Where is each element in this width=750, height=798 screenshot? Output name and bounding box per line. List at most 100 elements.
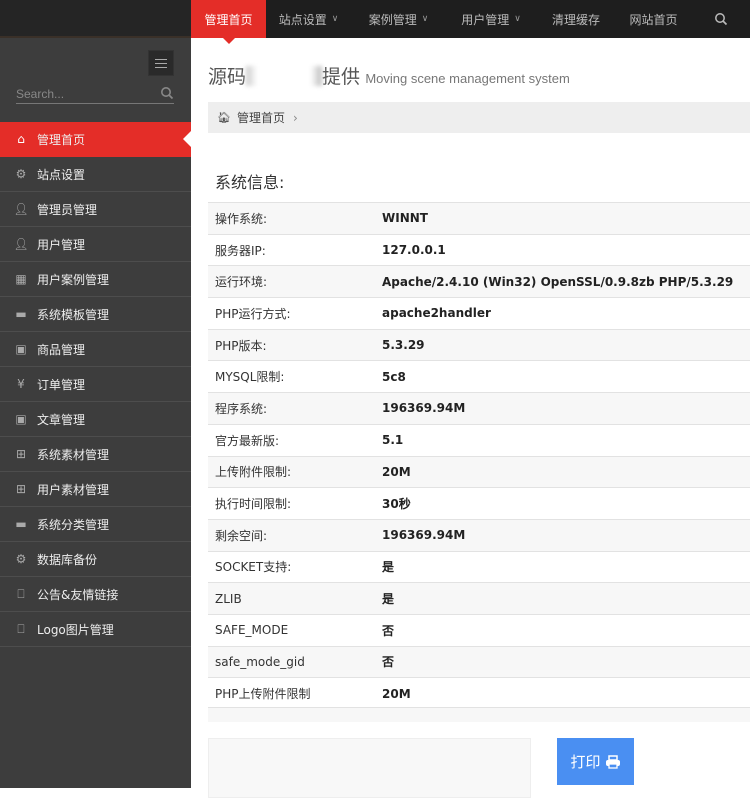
page-subtitle: Moving scene management system (365, 71, 570, 86)
sidebar-item[interactable]: ▦ 用户案例管理 (0, 262, 191, 297)
caret-square-icon: ▣ (15, 412, 27, 426)
chevron-down-icon: ∨ (331, 14, 339, 24)
sidebar-item-label: 站点设置 (37, 167, 86, 182)
table-row: 执行时间限制: 30秒 (208, 487, 750, 520)
info-value: 5.3.29 (382, 338, 425, 353)
nav-item[interactable]: 用户管理 ∨ (446, 0, 536, 38)
print-button[interactable]: 打印 (557, 738, 634, 785)
sidebar-item[interactable]: ⊞ 用户素材管理 (0, 472, 191, 507)
info-value: 否 (382, 623, 395, 638)
sidebar-item-label: 商品管理 (37, 342, 86, 357)
page-title: 源码 提供 Moving scene management system (208, 62, 570, 89)
user-icon: 👤︎ (13, 237, 29, 251)
sidebar-item[interactable]: 👤︎ 用户管理 (0, 227, 191, 262)
sidebar-logo-area (0, 0, 191, 38)
table-row: MYSQL限制: 5c8 (208, 360, 750, 393)
briefcase-icon: ▬ (15, 307, 27, 321)
info-value: 5c8 (382, 369, 406, 384)
info-value: 127.0.0.1 (382, 243, 446, 258)
sidebar-item-label: 公告&友情链接 (37, 587, 119, 602)
printer-icon (605, 754, 620, 769)
chevron-down-icon: ∨ (514, 14, 521, 24)
search-icon[interactable] (160, 86, 174, 100)
table-row: 服务器IP: 127.0.0.1 (208, 234, 750, 266)
info-value: Apache/2.4.10 (Win32) OpenSSL/0.9.8zb PH… (382, 274, 734, 289)
info-value: 20M (382, 464, 411, 479)
table-icon: ▦ (15, 272, 27, 286)
breadcrumb-item-home[interactable]: 管理首页 (237, 109, 285, 126)
info-key: PHP运行方式: (215, 306, 291, 321)
sidebar-item-label: 系统分类管理 (37, 517, 110, 532)
table-row: 运行环境: Apache/2.4.10 (Win32) OpenSSL/0.9.8… (208, 265, 750, 298)
cogs-icon: ⚙ (15, 552, 27, 566)
search-input[interactable] (16, 84, 156, 103)
bookmark-icon: ⎕ (17, 586, 25, 601)
page-title-prefix: 源码 (208, 67, 247, 88)
sidebar-search (16, 84, 174, 104)
sidebar-item[interactable]: ⎕ Logo图片管理 (0, 612, 191, 647)
print-button-label: 打印 (570, 754, 601, 771)
cogs-icon: ⚙ (15, 167, 27, 181)
sidebar-item[interactable]: ¥ 订单管理 (0, 367, 191, 402)
info-key: 上传附件限制: (215, 465, 292, 480)
table-row: PHP上传附件限制 20M (208, 677, 750, 710)
sidebar-item[interactable]: ▬ 系统分类管理 (0, 507, 191, 542)
sidebar-item[interactable]: ⌂ 管理首页 (0, 122, 191, 157)
yen-icon: ¥ (17, 377, 25, 391)
table-row: 官方最新版: 5.1 (208, 424, 750, 456)
info-key: 操作系统: (215, 211, 268, 226)
sidebar: ⌂ 管理首页 ⚙ 站点设置 👤︎ 管理员管理 👤︎ 用户管理 ▦ 用户案例管理 ▬ 系统模板管理 ▣ 商品… (0, 0, 191, 788)
gift-icon: ⊞ (15, 447, 27, 461)
info-key: PHP上传附件限制 (215, 687, 311, 702)
info-key: MYSQL限制: (215, 370, 285, 385)
page-title-suffix: 提供 (322, 67, 361, 88)
sidebar-item[interactable]: ⚙ 数据库备份 (0, 542, 191, 577)
nav-item[interactable]: 网站首页 (616, 0, 691, 38)
nav-item[interactable]: 案例管理 ∨ (351, 0, 446, 38)
sidebar-item[interactable]: ▬ 系统模板管理 (0, 297, 191, 332)
sidebar-item-label: 系统模板管理 (37, 307, 110, 322)
info-value: 是 (382, 592, 395, 607)
sidebar-menu: ⌂ 管理首页 ⚙ 站点设置 👤︎ 管理员管理 👤︎ 用户管理 ▦ 用户案例管理 ▬ 系统模板管理 ▣ 商品… (0, 122, 191, 647)
info-key: SOCKET支持: (215, 560, 292, 575)
info-key: ZLIB (215, 591, 242, 606)
menu-toggle-button[interactable] (148, 50, 174, 76)
top-navigation: 管理首页 站点设置 ∨ 案例管理 ∨ 用户管理 ∨ 清理缓存 网站首页 (191, 0, 750, 44)
sidebar-item-label: 用户素材管理 (37, 482, 110, 497)
info-key: 服务器IP: (215, 243, 266, 258)
sidebar-item[interactable]: ⎕ 公告&友情链接 (0, 577, 191, 612)
nav-item-label: 用户管理 (461, 12, 510, 27)
sidebar-item-label: 用户案例管理 (37, 272, 110, 287)
info-value: 否 (382, 655, 395, 670)
sidebar-item[interactable]: ▣ 商品管理 (0, 332, 191, 367)
info-value: 20M (382, 686, 411, 701)
sidebar-item[interactable]: 👤︎ 管理员管理 (0, 192, 191, 227)
info-value: 是 (382, 560, 395, 575)
info-value: apache2handler (382, 306, 491, 321)
info-value: 30秒 (382, 497, 411, 512)
nav-item[interactable]: 站点设置 ∨ (266, 0, 351, 38)
bookmark-icon: ⎕ (17, 621, 25, 636)
info-value: WINNT (382, 211, 428, 226)
home-icon: ⌂ (17, 132, 25, 146)
notes-textarea[interactable] (208, 738, 531, 798)
sidebar-item-label: 订单管理 (37, 377, 86, 392)
table-row: PHP版本: 5.3.29 (208, 329, 750, 361)
table-row: 程序系统: 196369.94M (208, 392, 750, 425)
gift-icon: ⊞ (15, 482, 27, 496)
sidebar-item[interactable]: ▣ 文章管理 (0, 402, 191, 437)
nav-search-button[interactable] (691, 0, 750, 38)
nav-item-label: 清理缓存 (551, 12, 600, 27)
search-icon (714, 13, 727, 26)
info-key: PHP版本: (215, 338, 267, 353)
nav-item[interactable]: 管理首页 (191, 0, 266, 44)
nav-item[interactable]: 清理缓存 (536, 0, 616, 38)
info-key: 官方最新版: (215, 433, 280, 448)
hamburger-icon-line (155, 66, 167, 68)
sidebar-item[interactable]: ⊞ 系统素材管理 (0, 437, 191, 472)
sidebar-item-label: 管理员管理 (37, 202, 98, 217)
nav-item-label: 网站首页 (629, 12, 678, 27)
sidebar-item[interactable]: ⚙ 站点设置 (0, 157, 191, 192)
home-icon[interactable]: 🏠︎ (217, 111, 231, 124)
info-key: SAFE_MODE (215, 623, 289, 638)
